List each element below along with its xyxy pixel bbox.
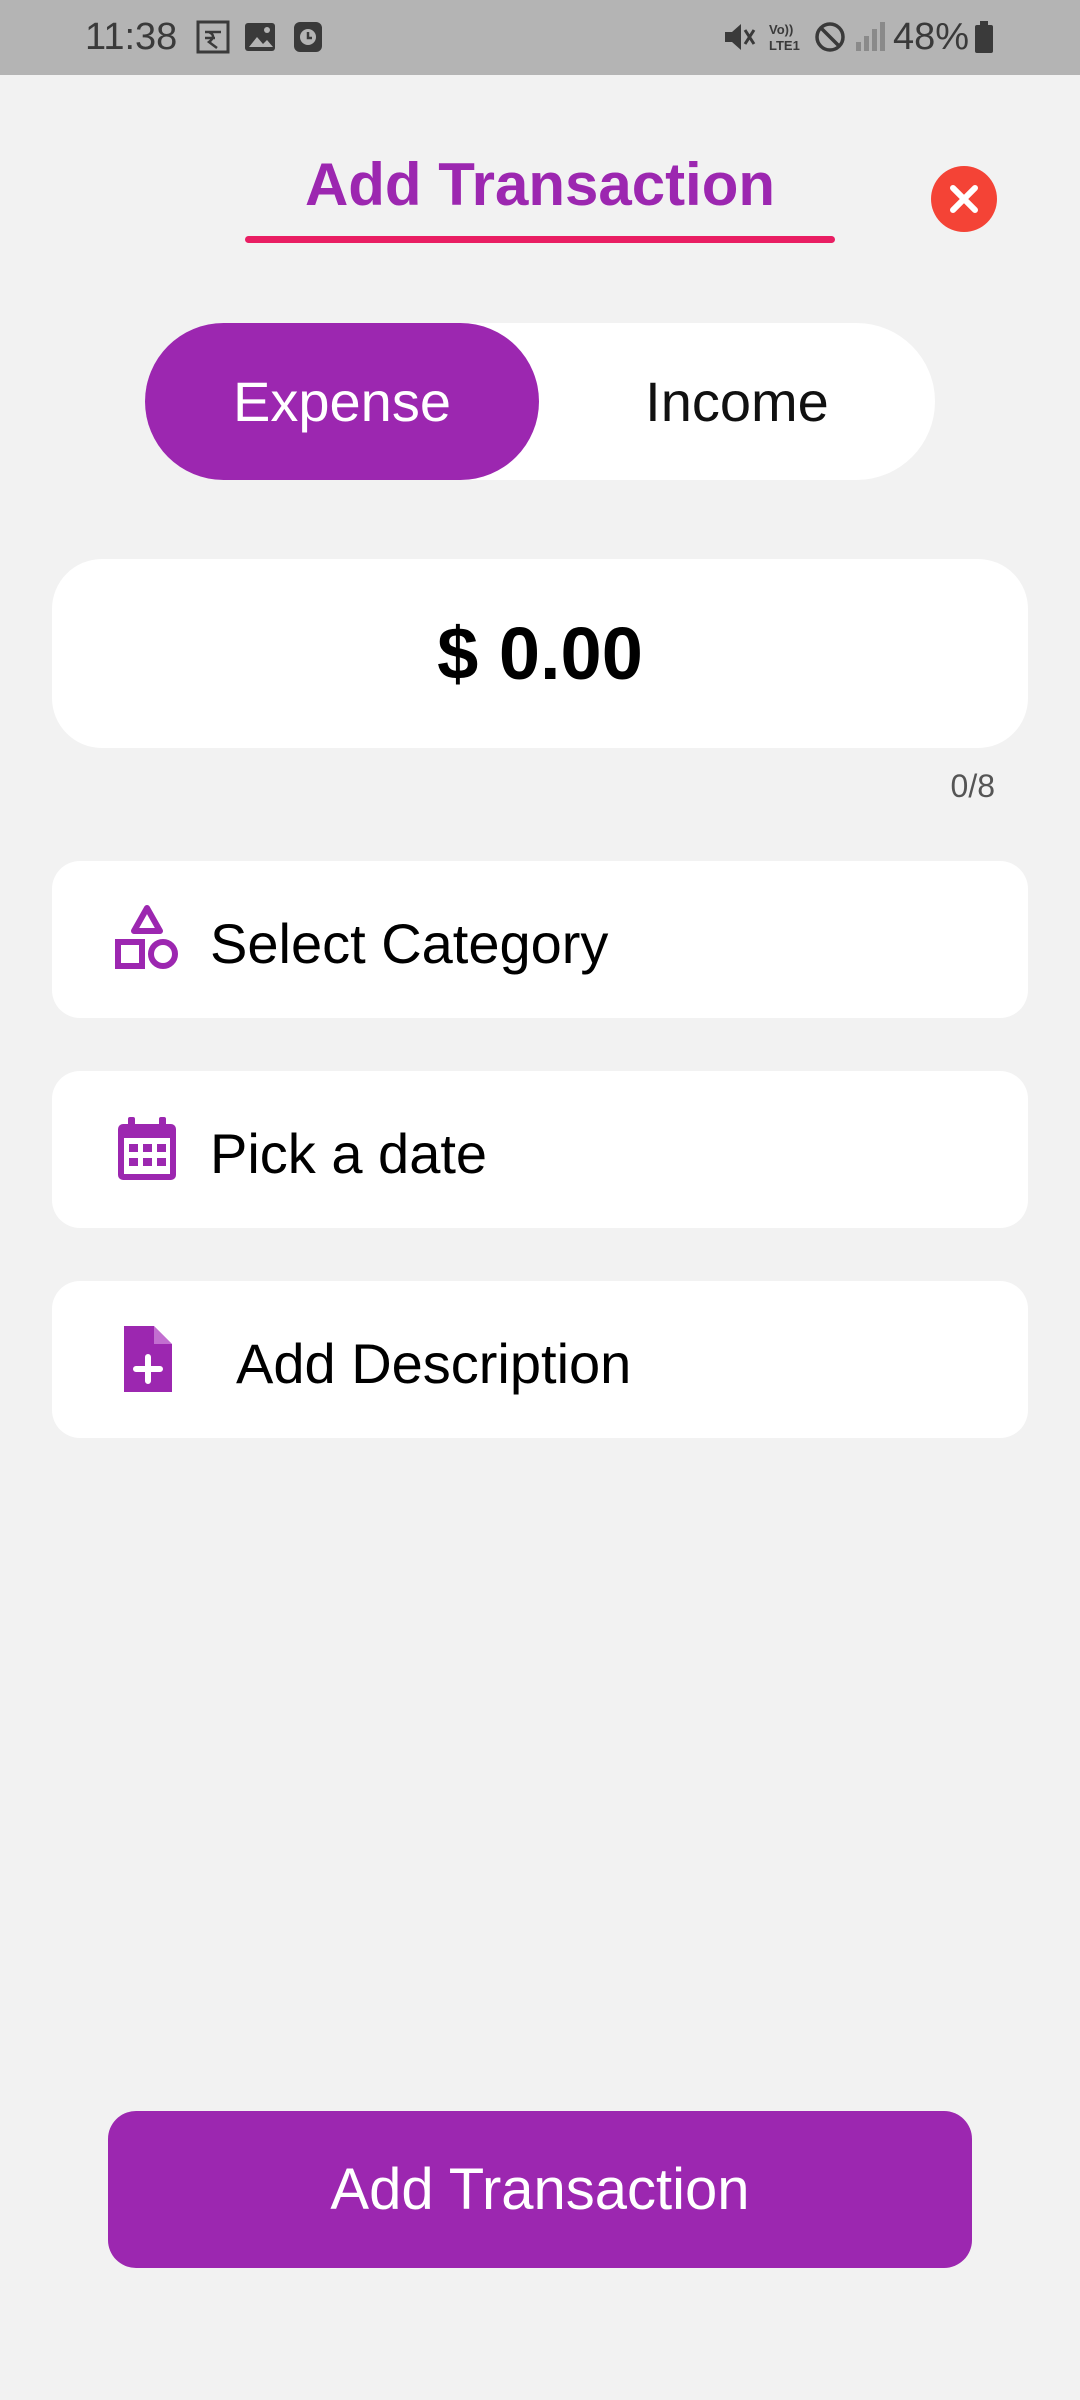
battery-percentage: 48%: [893, 16, 970, 58]
select-category-label: Select Category: [210, 912, 609, 975]
add-transaction-button[interactable]: Add Transaction: [108, 2111, 972, 2268]
amount-character-counter: 0/8: [950, 768, 995, 804]
expense-tab[interactable]: Expense: [145, 323, 539, 480]
note-add-icon: [124, 1326, 172, 1392]
do-not-disturb-icon: [815, 22, 845, 52]
close-icon: [950, 185, 978, 213]
amount-input[interactable]: [138, 610, 942, 697]
amount-field: [52, 559, 1028, 748]
category-shapes-icon: [115, 905, 178, 969]
select-category-row[interactable]: Select Category: [52, 861, 1028, 1018]
pick-date-row[interactable]: Pick a date: [52, 1071, 1028, 1228]
transaction-type-toggle: Expense Income: [145, 323, 935, 480]
svg-text:Vo)): Vo)): [769, 22, 793, 37]
clock-icon: [294, 22, 322, 52]
page-title: Add Transaction: [304, 151, 776, 218]
income-tab[interactable]: Income: [539, 323, 935, 480]
close-button[interactable]: [931, 166, 997, 232]
add-description-row[interactable]: Add Description: [52, 1281, 1028, 1438]
currency-notification-icon: [196, 20, 230, 54]
svg-text:LTE1: LTE1: [769, 38, 800, 53]
status-bar: 11:38 Vo)) LTE1 48%: [0, 0, 1080, 75]
status-time: 11:38: [85, 16, 178, 58]
calendar-icon: [118, 1117, 176, 1180]
volte-icon: Vo)) LTE1: [769, 22, 800, 53]
add-description-label: Add Description: [236, 1332, 632, 1395]
gallery-icon: [245, 23, 275, 51]
pick-date-label: Pick a date: [210, 1122, 488, 1185]
signal-icon: [856, 22, 885, 51]
mute-icon: [725, 24, 756, 50]
battery-icon: [975, 21, 993, 53]
title-underline: [245, 236, 835, 243]
